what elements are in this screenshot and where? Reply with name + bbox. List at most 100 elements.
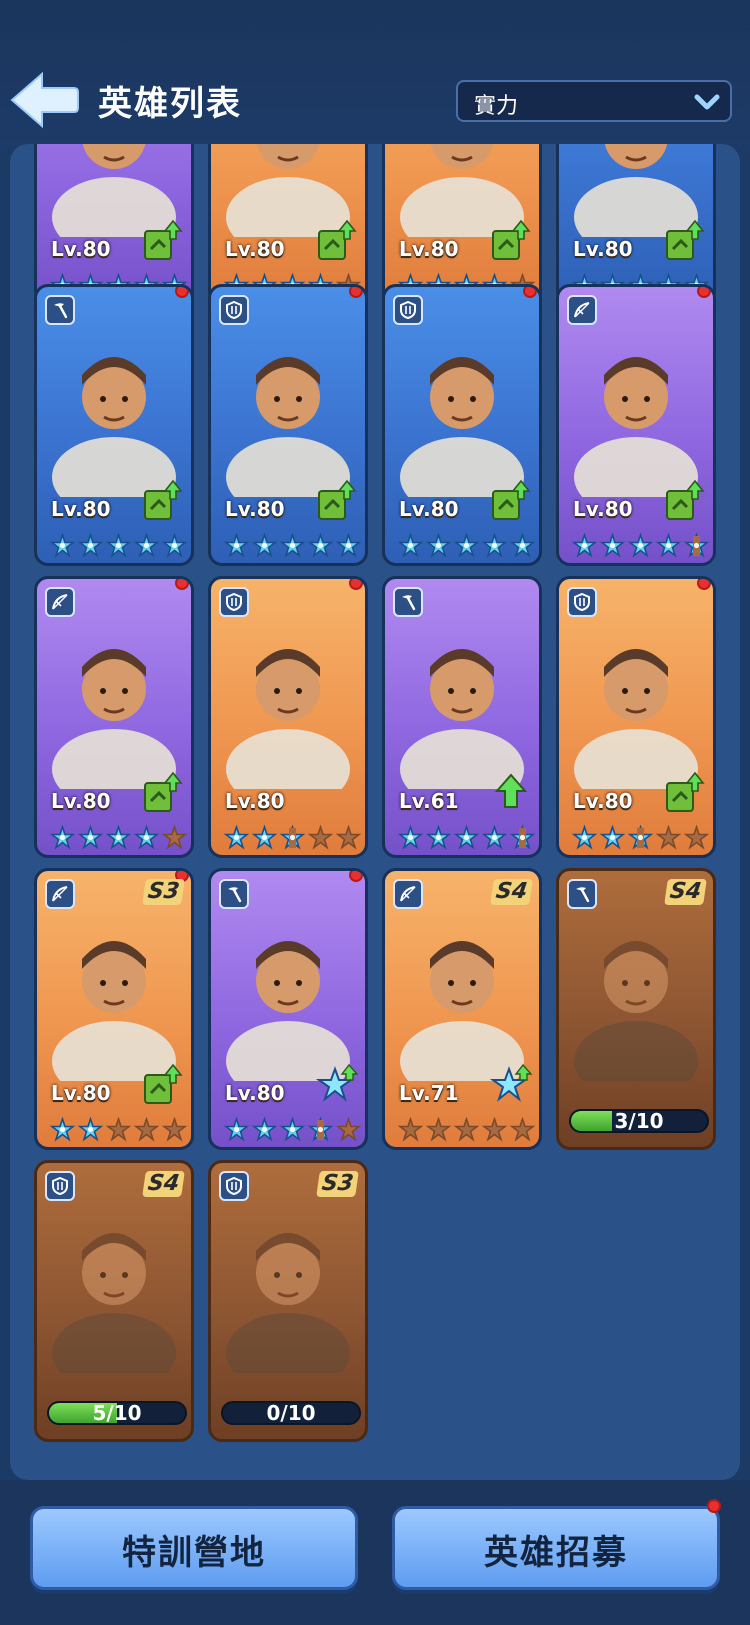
hero-portrait-image [574,941,698,1081]
shield-class-icon [219,587,249,617]
hero-card[interactable]: Lv.80 [208,576,368,858]
hero-card[interactable]: Lv.61 [382,576,542,858]
upgrade-book-icon [144,1063,183,1104]
hero-level: Lv.80 [573,237,633,261]
hero-card[interactable]: Lv.80 [556,144,716,306]
shard-progress-bar: 0/10 [221,1401,361,1425]
hero-level: Lv.80 [225,237,285,261]
hero-card[interactable]: S3 Lv.80 [34,868,194,1150]
up-arrow-icon [494,773,528,808]
hero-tier-badge: S3 [142,879,185,905]
hero-card[interactable]: S3 0/10 [208,1160,368,1442]
shield-class-icon [219,295,249,325]
notification-dot [349,579,363,590]
pickaxe-class-icon [567,879,597,909]
shard-progress-text: 3/10 [614,1109,664,1133]
shield-class-icon [393,295,423,325]
star-upgrade-icon [489,1063,533,1102]
shield-class-icon [219,1171,249,1201]
upgrade-book-icon [492,479,531,520]
hero-tier-badge: S4 [142,1171,185,1197]
star-rating [571,533,711,559]
notification-dot [349,287,363,298]
hero-card[interactable]: Lv.80 [382,284,542,566]
hero-card[interactable]: Lv.80 [208,144,368,306]
hero-level: Lv.80 [399,237,459,261]
chevron-down-icon [694,94,720,110]
hero-card[interactable]: Lv.80 [382,144,542,306]
hero-level: Lv.80 [51,1081,111,1105]
hero-level: Lv.80 [399,497,459,521]
bow-class-icon [45,879,75,909]
upgrade-book-icon [666,219,705,260]
hero-grid: Lv.80 Lv.80 Lv.80 Lv.80 Lv.80 Lv.80 Lv.80 Lv.80… [10,144,740,1480]
hero-portrait-image [226,941,350,1081]
hero-level: Lv.80 [225,1081,285,1105]
star-rating [49,1117,189,1143]
shard-progress-text: 5/10 [92,1401,142,1425]
hero-portrait-image [400,357,524,497]
notification-dot [697,579,711,590]
star-rating [397,1117,537,1143]
upgrade-book-icon [144,771,183,812]
upgrade-book-icon [144,219,183,260]
hero-portrait-image [574,357,698,497]
hero-tier-badge: S4 [664,879,707,905]
hero-portrait-image [226,357,350,497]
star-rating [397,825,537,851]
hero-recruit-button[interactable]: 英雄招募 [392,1499,721,1590]
hero-level: Lv.71 [399,1081,459,1105]
pickaxe-class-icon [219,879,249,909]
hero-portrait-image [52,649,176,789]
sort-dropdown[interactable]: 實力 [456,80,732,122]
shield-class-icon [567,587,597,617]
notification-dot [349,871,363,882]
hero-card[interactable]: Lv.80 [34,284,194,566]
hero-level: Lv.80 [573,497,633,521]
bow-class-icon [567,295,597,325]
upgrade-book-icon [666,479,705,520]
bow-class-icon [393,879,423,909]
training-camp-label: 特訓營地 [122,1533,266,1573]
hero-card[interactable]: S4 5/10 [34,1160,194,1442]
hero-portrait-image [52,1233,176,1373]
pickaxe-class-icon [45,295,75,325]
hero-portrait-image [52,941,176,1081]
upgrade-book-icon [492,219,531,260]
upgrade-book-icon [666,771,705,812]
upgrade-book-icon [318,219,357,260]
hero-card[interactable]: Lv.80 [34,576,194,858]
upgrade-book-icon [318,479,357,520]
star-rating [223,533,363,559]
hero-portrait-image [52,357,176,497]
sort-selected-value: 實力 [474,94,519,119]
hero-level: Lv.80 [51,497,111,521]
hero-card[interactable]: Lv.80 [556,284,716,566]
training-camp-button[interactable]: 特訓營地 [30,1506,358,1590]
shard-progress-bar: 5/10 [47,1401,187,1425]
hero-tier-badge: S4 [490,879,533,905]
hero-portrait-image [226,649,350,789]
hero-card[interactable]: Lv.80 [208,868,368,1150]
hero-portrait-image [400,941,524,1081]
notification-dot [175,287,189,298]
hero-card[interactable]: S4 Lv.71 [382,868,542,1150]
hero-card[interactable]: Lv.80 [556,576,716,858]
hero-level: Lv.80 [225,789,285,813]
notification-dot [707,1499,721,1513]
hero-level: Lv.80 [51,237,111,261]
hero-level: Lv.61 [399,789,459,813]
star-rating [397,533,537,559]
star-rating [223,825,363,851]
hero-portrait-image [400,649,524,789]
hero-card[interactable]: Lv.80 [208,284,368,566]
notification-dot [523,287,537,298]
hero-card[interactable]: S4 3/10 [556,868,716,1150]
hero-level: Lv.80 [51,789,111,813]
back-arrow-icon[interactable] [8,68,82,132]
hero-card[interactable]: Lv.80 [34,144,194,306]
star-rating [49,533,189,559]
pickaxe-class-icon [393,587,423,617]
hero-list-panel[interactable]: Lv.80 Lv.80 Lv.80 Lv.80 Lv.80 Lv.80 Lv.80 Lv.80… [10,144,740,1480]
notification-dot [175,579,189,590]
